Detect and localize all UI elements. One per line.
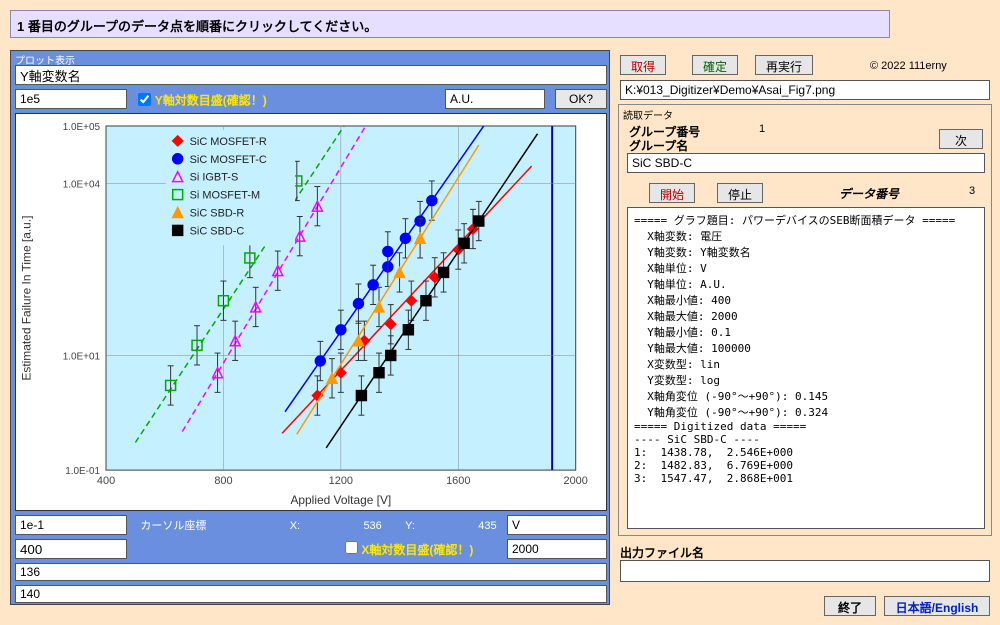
y-max-input[interactable] [15,89,127,109]
plot-area[interactable]: 4008001200160020001.0E-011.0E+011.0E+041… [15,113,607,511]
instruction-banner: 1 番目のグループのデータ点を順番にクリックしてください。 [10,10,890,38]
group-name-label: グループ名 [629,137,688,154]
copyright-text: © 2022 111erny [870,60,947,72]
log-textarea[interactable]: ===== グラフ題目: パワーデバイスのSEB断面積データ ===== X軸変… [627,207,985,529]
svg-text:Estimated Failure In Time [a.: Estimated Failure In Time [a.u.] [19,216,33,381]
confirm-button[interactable]: 確定 [692,55,738,75]
svg-text:SiC MOSFET-R: SiC MOSFET-R [190,136,267,148]
svg-text:2000: 2000 [563,475,587,487]
x-unit-input[interactable] [507,515,607,535]
group-index-value: 1 [759,123,765,135]
output-file-label: 出力ファイル名 [620,544,704,561]
svg-text:SiC MOSFET-C: SiC MOSFET-C [190,154,267,166]
y-min-input[interactable] [15,515,127,535]
y-log-checkbox[interactable] [138,93,151,106]
aux-input-1[interactable] [15,563,607,581]
stop-button[interactable]: 停止 [717,183,763,203]
output-file-input[interactable] [620,560,990,582]
ok-button[interactable]: OK? [555,89,607,109]
x-log-checkbox[interactable] [345,541,358,554]
read-data-panel: 読取データ グループ番号 1 グループ名 次 開始 停止 データ番号 3 ===… [618,104,992,536]
aux-input-2[interactable] [15,585,607,603]
x-min-input[interactable] [15,539,127,559]
y-log-label: Y軸対数目盛(確認！) [155,93,267,107]
svg-text:1.0E+04: 1.0E+04 [63,179,101,190]
svg-text:Applied Voltage [V]: Applied Voltage [V] [290,493,391,507]
x-log-label: X軸対数目盛(確認！) [361,543,473,557]
svg-text:SiC SBD-C: SiC SBD-C [190,225,245,237]
x-max-input[interactable] [507,539,607,559]
svg-text:1.0E-01: 1.0E-01 [65,466,100,477]
svg-text:1600: 1600 [446,475,470,487]
svg-text:1.0E+05: 1.0E+05 [63,122,101,133]
rerun-button[interactable]: 再実行 [755,55,813,75]
y-variable-input[interactable] [15,65,607,85]
cursor-y-value: 435 [478,520,496,532]
svg-text:SiC SBD-R: SiC SBD-R [190,207,245,219]
data-index-label: データ番号 [839,185,899,202]
start-button[interactable]: 開始 [649,183,695,203]
svg-text:1.0E+01: 1.0E+01 [63,351,101,362]
cursor-x-label: X: [290,520,300,532]
language-button[interactable]: 日本語/English [884,596,990,616]
cursor-y-label: Y: [405,520,415,532]
exit-button[interactable]: 終了 [824,596,876,616]
svg-text:Si IGBT-S: Si IGBT-S [190,172,239,184]
cursor-label: カーソル座標 [140,520,206,532]
file-path-input[interactable] [620,80,990,100]
acquire-button[interactable]: 取得 [620,55,666,75]
data-index-value: 3 [969,185,975,197]
svg-text:800: 800 [214,475,232,487]
next-button[interactable]: 次 [939,129,983,149]
group-name-input[interactable] [627,153,985,173]
svg-text:Si MOSFET-M: Si MOSFET-M [190,190,261,202]
read-panel-title: 読取データ [619,105,991,124]
y-unit-input[interactable] [445,89,545,109]
svg-text:1200: 1200 [329,475,353,487]
plot-panel: プロット表示 Y軸対数目盛(確認！) OK? 40080012001600200… [10,50,610,605]
cursor-x-value: 536 [363,520,381,532]
